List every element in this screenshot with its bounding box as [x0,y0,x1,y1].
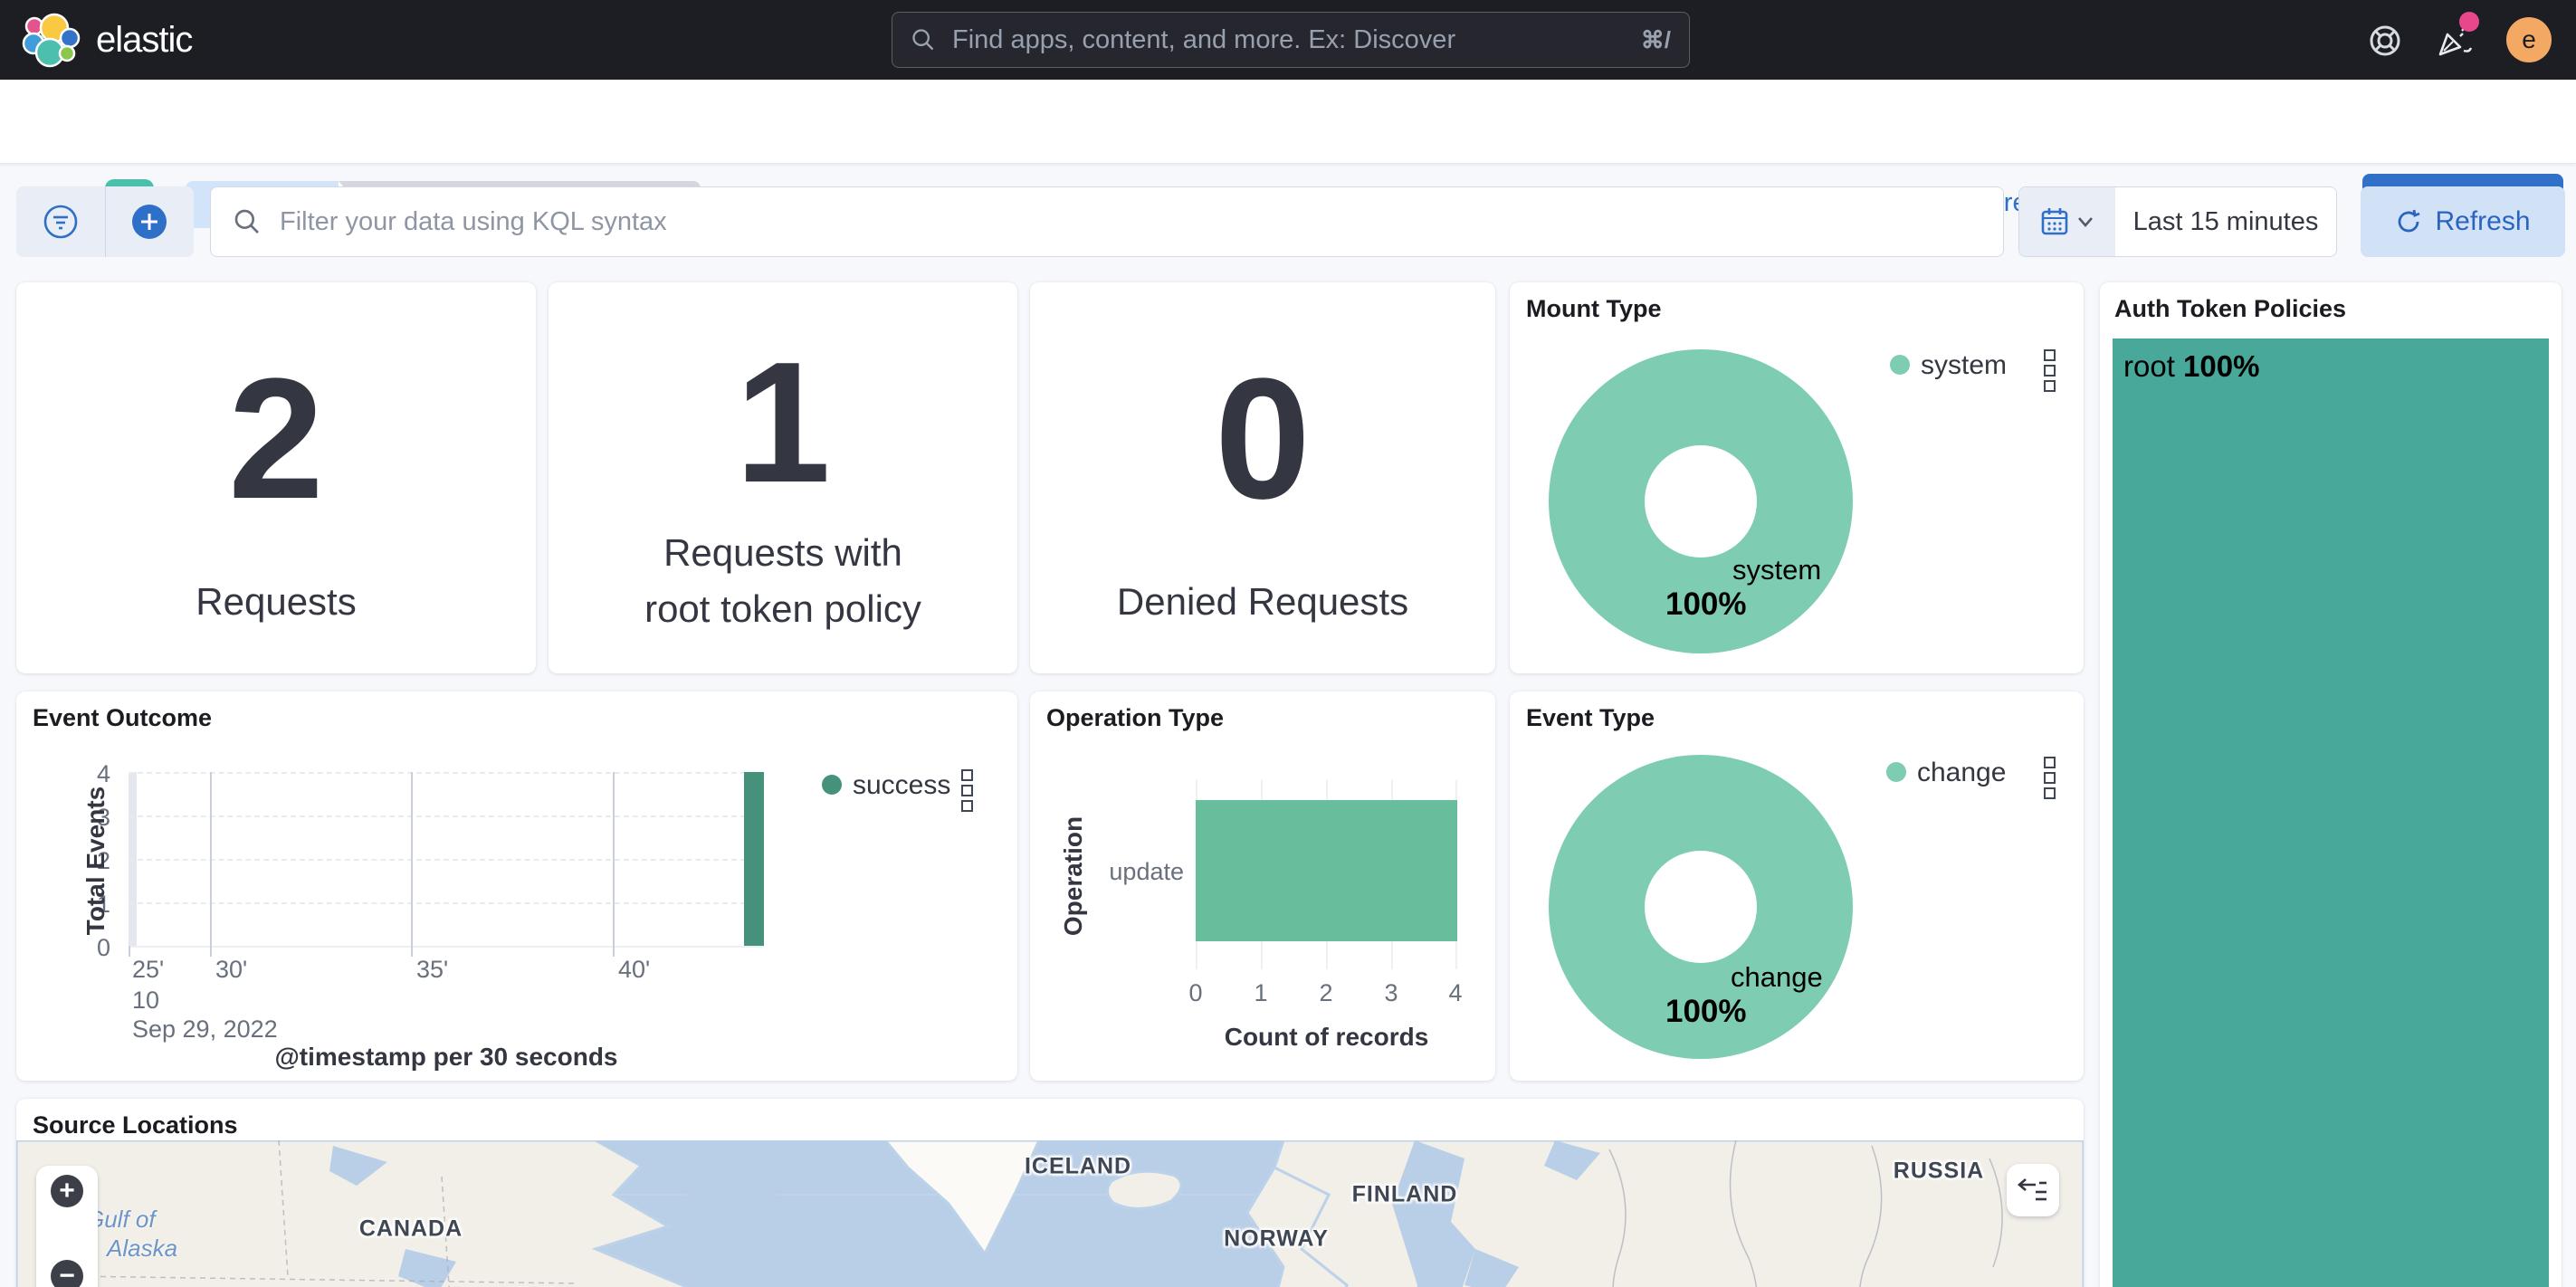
plus-circle-icon [132,205,167,239]
chevron-down-icon [2078,217,2093,227]
treemap-cell-root[interactable]: root 100% [2113,338,2549,1287]
panel-event-type: Event Type change 100% change [1510,691,2084,1081]
legend-item[interactable]: change [1917,758,2006,788]
legend-actions-icon[interactable] [2044,757,2056,799]
x-tick: 25' [132,956,165,983]
x-tick: 2 [1319,979,1333,1006]
legend-dot [1890,355,1910,375]
search-shortcut: ⌘/ [1640,25,1671,53]
panel-title: Event Type [1526,704,1655,731]
panel-title: Auth Token Policies [2114,295,2347,322]
x-tick: 3 [1384,979,1398,1006]
filter-icon [43,205,78,239]
kibana-dashboard: elastic ⌘/ e [0,0,2576,1287]
slice-value: 100% [1665,994,1747,1029]
time-picker-calendar-button[interactable] [2019,187,2115,256]
map-label-finland: FINLAND [1351,1181,1458,1207]
map-label-norway: NORWAY [1224,1225,1329,1252]
legend-item[interactable]: system [1921,350,2007,381]
metric-value: 2 [228,343,324,535]
map-legend-toggle-button[interactable] [2007,1164,2059,1216]
category-label: update [1109,858,1184,885]
metric-label: Denied Requests [1116,580,1409,623]
panel-operation-type: Operation Type update Operation 0 1 2 3 … [1030,691,1495,1081]
metric-label-line2: root token policy [644,587,921,630]
map-label-canada: CANADA [358,1216,463,1242]
treemap-cell-label: root [2123,349,2175,383]
panel-title: Operation Type [1046,704,1225,731]
panel-denied-requests: 0 Denied Requests [1030,282,1495,673]
panel-title: Source Locations [33,1111,238,1139]
time-picker: Last 15 minutes [2018,186,2337,257]
panel-event-outcome: Event Outcome 4 3 2 1 0 Total Events 25'… [16,691,1017,1081]
global-search-input[interactable] [950,24,1641,56]
metric-value: 0 [1215,343,1311,535]
map-label-russia: RUSSIA [1893,1158,1985,1184]
panel-title: Event Outcome [33,704,213,731]
slice-value: 100% [1665,586,1747,622]
x-tick: 1 [1254,979,1268,1006]
metric-label-line1: Requests with [663,531,902,574]
saved-query-button[interactable] [16,186,105,257]
legend-dot [822,775,842,795]
legend-dot [1886,762,1906,782]
search-icon [912,29,934,51]
map-zoom-control: + − [36,1166,98,1287]
panel-requests: 2 Requests [16,282,536,673]
refresh-icon [2399,209,2420,233]
panel-mount-type: Mount Type system 100% system [1510,282,2084,673]
x-tick: 4 [1448,979,1463,1006]
x-axis-title: Count of records [1224,1023,1429,1051]
refresh-button[interactable]: Refresh [2361,186,2565,257]
avatar[interactable]: e [2506,17,2552,62]
x-context-hour: 10 [132,987,160,1014]
legend-collapse-icon [2018,1178,2046,1201]
help-icon[interactable] [2368,24,2402,58]
treemap-cell-value: 100% [2183,349,2260,383]
map-label-gulf-line2: Alaska [107,1235,178,1262]
add-filter-button[interactable] [104,186,195,257]
x-tick: 40' [618,956,651,983]
global-search[interactable]: ⌘/ [892,12,1690,68]
brand-wordmark[interactable]: elastic [96,20,193,61]
x-tick: 30' [215,956,248,983]
operation-type-plot[interactable] [1196,780,1457,969]
search-icon [234,209,259,234]
top-bar: elastic ⌘/ e [0,0,2576,80]
y-axis-title: Operation [1059,815,1087,937]
metric-value: 1 [735,327,831,519]
panel-root-token-requests: 1 Requests with root token policy [549,282,1017,673]
panel-title: Mount Type [1526,295,1662,322]
x-tick: 35' [416,956,449,983]
y-axis-title: Total Events [81,786,110,936]
legend-actions-icon[interactable] [961,769,973,812]
bar-update[interactable] [1196,800,1457,941]
map-label-iceland: ICELAND [1024,1153,1132,1179]
elastic-logo-icon[interactable] [22,13,81,69]
time-range-display[interactable]: Last 15 minutes [2115,187,2336,256]
nav-bar: D Dashboard [Hashicorp Vault] Audit Logs… [0,80,2576,232]
metric-label: Requests [196,580,357,623]
x-axis-title: @timestamp per 30 seconds [274,1043,618,1071]
bar-success[interactable] [744,772,764,946]
calendar-icon [2041,208,2068,235]
kql-input[interactable] [278,205,1981,238]
slice-label: system [1732,554,1822,586]
x-context-date: Sep 29, 2022 [132,1015,278,1043]
x-tick: 0 [1188,979,1203,1006]
kql-search-bar[interactable] [210,186,2004,257]
filter-controls-group [16,186,194,257]
legend-item[interactable]: success [853,770,950,801]
notification-dot [2459,12,2479,32]
zoom-in-button[interactable]: + [51,1175,83,1207]
legend-actions-icon[interactable] [2044,349,2056,392]
panel-auth-token-policies: Auth Token Policies root 100% [2100,282,2562,1287]
panel-source-locations: Source Locations Gulf of Alaska CANADA I… [16,1099,2084,1287]
event-outcome-plot[interactable] [129,772,764,948]
slice-label: change [1731,961,1823,993]
zoom-out-button[interactable]: − [51,1260,83,1287]
